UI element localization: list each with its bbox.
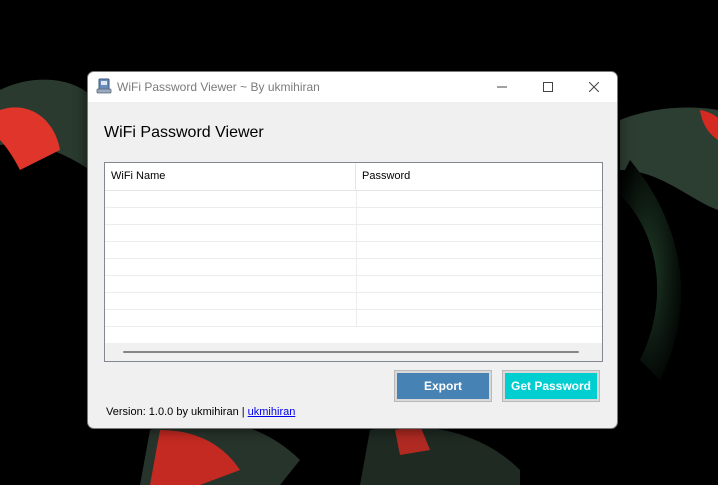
column-divider <box>356 208 357 224</box>
table-header: WiFi Name Password <box>105 163 602 191</box>
column-divider <box>356 242 357 258</box>
title-bar[interactable]: WiFi Password Viewer ~ By ukmihiran <box>88 72 617 102</box>
minimize-icon <box>497 86 507 88</box>
table-body[interactable]: WiFi Name Password <box>105 163 602 343</box>
column-divider <box>356 191 357 207</box>
column-divider <box>356 276 357 292</box>
version-text: Version: 1.0.0 by ukmihiran | <box>106 406 248 418</box>
app-window: WiFi Password Viewer ~ By ukmihiran WiFi… <box>87 71 618 429</box>
table-row[interactable] <box>105 225 602 242</box>
column-divider <box>356 293 357 309</box>
scrollbar-thumb[interactable] <box>123 351 579 353</box>
table-row[interactable] <box>105 293 602 310</box>
window-title: WiFi Password Viewer ~ By ukmihiran <box>117 80 320 94</box>
page-title: WiFi Password Viewer <box>104 124 264 141</box>
minimize-button[interactable] <box>479 72 525 102</box>
table-row[interactable] <box>105 191 602 208</box>
wifi-table[interactable]: WiFi Name Password <box>104 162 603 362</box>
column-divider <box>356 225 357 241</box>
table-row[interactable] <box>105 242 602 259</box>
get-password-button[interactable]: Get Password <box>502 370 600 402</box>
table-row[interactable] <box>105 259 602 276</box>
export-button[interactable]: Export <box>394 370 492 402</box>
footer: Version: 1.0.0 by ukmihiran | ukmihiran <box>106 406 295 418</box>
table-row[interactable] <box>105 276 602 293</box>
router-icon <box>96 78 112 94</box>
table-row[interactable] <box>105 310 602 327</box>
table-row[interactable] <box>105 208 602 225</box>
close-icon <box>589 82 599 92</box>
column-divider <box>356 310 357 326</box>
column-header-password[interactable]: Password <box>356 163 602 190</box>
maximize-button[interactable] <box>525 72 571 102</box>
maximize-icon <box>543 82 553 92</box>
table-rows <box>105 191 602 327</box>
column-header-wifi-name[interactable]: WiFi Name <box>105 163 356 190</box>
close-button[interactable] <box>571 72 617 102</box>
horizontal-scrollbar[interactable] <box>105 343 602 361</box>
column-divider <box>356 259 357 275</box>
author-link[interactable]: ukmihiran <box>248 406 296 418</box>
